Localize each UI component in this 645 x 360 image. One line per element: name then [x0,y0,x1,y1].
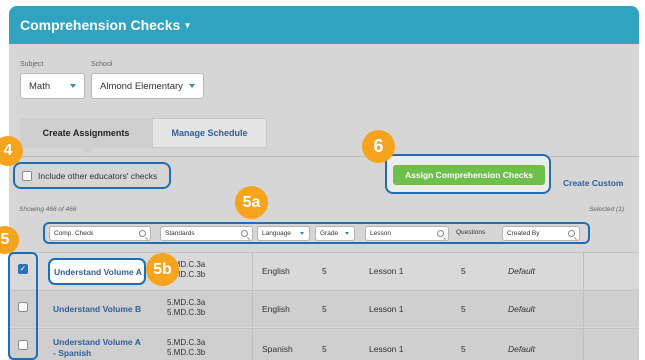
language-cell: English [262,266,290,276]
app-title-dropdown[interactable]: Comprehension Checks ▾ [20,17,190,33]
subject-value: Math [29,80,51,92]
callout-badge-5a: 5a [235,186,268,219]
check-name-link[interactable]: Understand Volume B [53,304,141,314]
table-row[interactable]: Understand Volume A - Spanish 5.MD.C.3a … [9,328,639,360]
column-divider [583,329,584,360]
row-checkbox[interactable] [18,302,28,312]
questions-header: Questions [456,229,486,236]
tab-manage-schedule[interactable]: Manage Schedule [152,118,267,148]
column-divider [583,253,584,289]
created-by-placeholder: Created By [507,230,540,237]
grade-label: Grade [320,230,339,237]
subject-label: Subject [20,61,44,68]
search-icon [241,230,248,237]
lesson-placeholder: Lesson [370,230,391,237]
header-bar: Comprehension Checks ▾ [9,6,639,44]
check-icon: ✓ [19,264,27,273]
column-divider [252,291,253,327]
created-by-cell: Default [508,344,535,354]
chevron-down-icon: ▾ [185,19,190,30]
showing-count: Showing 466 of 466 [19,206,77,213]
standard-code: 5.MD.C.3b [167,348,206,357]
created-by-cell: Default [508,304,535,314]
standards-cell: 5.MD.C.3a 5.MD.C.3b [167,338,205,358]
language-cell: Spanish [262,344,293,354]
check-name-link[interactable]: Understand Volume A [54,267,142,277]
grade-filter-dropdown[interactable]: Grade [315,226,355,241]
row-checkbox-checked[interactable]: ✓ [18,264,28,274]
search-icon [139,230,146,237]
grade-cell: 5 [322,304,327,314]
assign-callout: Assign Comprehension Checks [385,154,551,194]
standards-placeholder: Standards [165,230,195,237]
check-name-link[interactable]: Understand Volume A - Spanish [53,337,141,359]
create-custom-link[interactable]: Create Custom [563,178,623,188]
created-by-cell: Default [508,266,535,276]
callout-badge-5b: 5b [146,253,179,286]
language-filter-dropdown[interactable]: Language [257,226,310,241]
standards-filter-input[interactable]: Standards [160,226,253,241]
standard-code: 5.MD.C.3b [167,308,206,317]
callout-badge-6: 6 [362,130,395,163]
checkbox[interactable] [22,170,32,181]
check-name-line: Understand Volume A [53,337,141,347]
assign-comprehension-checks-button[interactable]: Assign Comprehension Checks [393,165,545,185]
table-row[interactable]: Understand Volume B 5.MD.C.3a 5.MD.C.3b … [9,290,639,327]
search-icon [437,230,444,237]
row-checkbox[interactable] [18,340,28,350]
dropdown-arrow-icon [70,84,76,88]
lesson-filter-input[interactable]: Lesson [365,226,449,241]
lesson-cell: Lesson 1 [369,344,404,354]
comp-check-filter-input[interactable]: Comp. Check [49,226,151,241]
standards-cell: 5.MD.C.3a 5.MD.C.3b [167,298,205,318]
comp-check-placeholder: Comp. Check [54,230,94,237]
standard-code: 5.MD.C.3a [167,338,206,347]
grade-cell: 5 [322,266,327,276]
school-label: School [91,61,113,68]
created-by-filter-input[interactable]: Created By [502,226,580,241]
column-filter-bar: Comp. Check Standards Language Grade Les… [43,222,590,244]
questions-cell: 5 [461,344,466,354]
school-value: Almond Elementary [100,80,183,92]
check-name-callout: Understand Volume A [48,258,146,285]
column-divider [252,253,253,289]
column-divider [583,291,584,327]
language-label: Language [262,230,291,237]
include-label: Include other educators' checks [38,170,158,181]
language-cell: English [262,304,290,314]
standard-code: 5.MD.C.3a [167,298,206,307]
dropdown-arrow-icon [300,232,304,235]
questions-cell: 5 [461,304,466,314]
search-icon [568,230,575,237]
grade-cell: 5 [322,344,327,354]
app-title: Comprehension Checks [20,17,181,33]
tab-bar: Create Assignments Manage Schedule [20,118,267,154]
subject-select[interactable]: Math [20,73,85,99]
check-name-line: - Spanish [53,348,92,358]
dropdown-arrow-icon [189,84,195,88]
tab-create-assignments[interactable]: Create Assignments [20,118,152,154]
include-others-checkbox[interactable]: Include other educators' checks [13,162,171,189]
questions-cell: 5 [461,266,466,276]
row-checkbox-column: ✓ [8,252,38,360]
column-divider [252,329,253,360]
selected-count: Selected (1) [588,206,624,213]
lesson-cell: Lesson 1 [369,266,404,276]
school-select[interactable]: Almond Elementary [91,73,204,99]
dropdown-arrow-icon [345,232,349,235]
lesson-cell: Lesson 1 [369,304,404,314]
